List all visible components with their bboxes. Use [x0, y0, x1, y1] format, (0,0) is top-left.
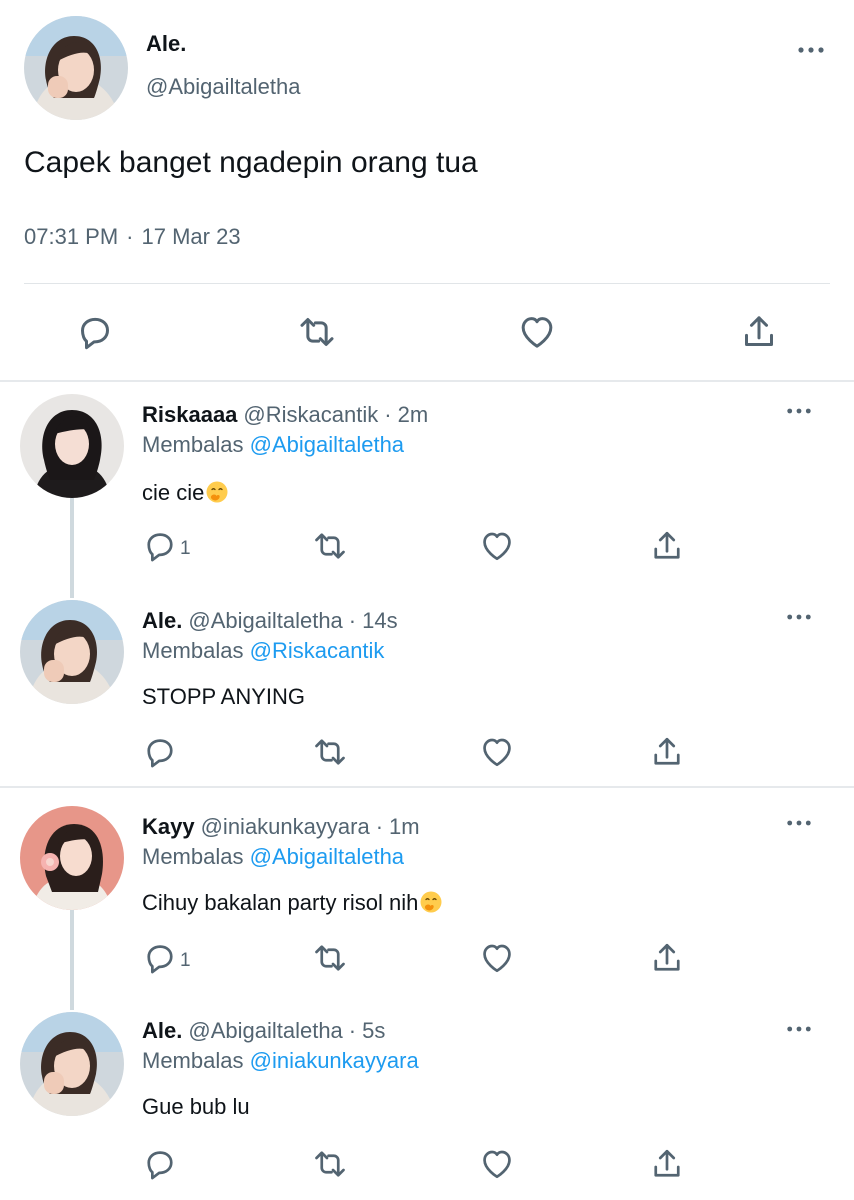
main-tweet: Ale. @Abigailtaletha Capek banget ngadep…	[0, 0, 854, 382]
author-handle[interactable]: @Abigailtaletha	[146, 74, 300, 100]
more-options-icon[interactable]	[786, 612, 812, 622]
author-handle[interactable]: @Abigailtaletha	[188, 608, 342, 633]
reply-text: cie cie	[142, 480, 205, 505]
retweet-icon[interactable]	[312, 734, 348, 770]
tweet-text: Capek banget ngadepin orang tua	[24, 146, 478, 179]
reply-tweet[interactable]: Riskaaaa @Riskacantik · 2m Membalas @Abigai…	[0, 392, 854, 586]
author-name[interactable]: Riskaaaa	[142, 402, 237, 427]
author-name[interactable]: Ale.	[146, 31, 186, 57]
retweet-icon[interactable]	[312, 940, 348, 976]
author-name[interactable]: Kayy	[142, 814, 195, 839]
reply-header: Riskaaaa @Riskacantik · 2m	[142, 402, 428, 428]
replying-to: Membalas @Abigailtaletha	[142, 432, 404, 458]
reply-tweet[interactable]: Ale. @Abigailtaletha · 5s Membalas @iniakun…	[0, 1010, 854, 1200]
reply-count: 1	[180, 538, 191, 559]
share-icon[interactable]	[739, 312, 779, 352]
reply-header: Ale. @Abigailtaletha · 5s	[142, 1018, 385, 1044]
replying-to: Membalas @Riskacantik	[142, 638, 384, 664]
avatar[interactable]	[20, 600, 124, 704]
more-options-icon[interactable]	[797, 44, 825, 56]
reply-icon[interactable]	[142, 1146, 178, 1182]
author-name[interactable]: Ale.	[142, 608, 182, 633]
like-icon[interactable]	[479, 734, 515, 770]
more-options-icon[interactable]	[786, 406, 812, 416]
replying-to-mention[interactable]: @Abigailtaletha	[250, 844, 404, 869]
avatar[interactable]	[20, 806, 124, 910]
reply-icon[interactable]	[142, 528, 178, 564]
reply-time[interactable]: 1m	[389, 814, 420, 839]
like-icon[interactable]	[517, 312, 557, 352]
share-icon[interactable]	[649, 734, 685, 770]
tweet-timestamp: 07:31 PM · 17 Mar 23	[24, 224, 241, 250]
section-divider	[0, 786, 854, 788]
retweet-icon[interactable]	[297, 312, 337, 352]
reply-time[interactable]: 14s	[362, 608, 397, 633]
replying-to: Membalas @Abigailtaletha	[142, 844, 404, 870]
replying-label: Membalas	[142, 844, 244, 869]
reply-text-wrap: Cihuy bakalan party risol nih	[142, 890, 443, 916]
replying-label: Membalas	[142, 1048, 244, 1073]
avatar[interactable]	[20, 394, 124, 498]
replying-to-mention[interactable]: @iniakunkayyara	[250, 1048, 419, 1073]
avatar[interactable]	[24, 16, 128, 120]
reply-time[interactable]: 5s	[362, 1018, 385, 1043]
avatar[interactable]	[20, 1012, 124, 1116]
replying-to-mention[interactable]: @Riskacantik	[250, 638, 385, 663]
like-icon[interactable]	[479, 1146, 515, 1182]
more-options-icon[interactable]	[786, 1024, 812, 1034]
meta-separator: ·	[384, 402, 392, 427]
meta-separator: ·	[375, 814, 384, 839]
face-with-hand-over-mouth-icon	[419, 890, 443, 914]
reply-text: STOPP ANYING	[142, 684, 306, 709]
author-handle[interactable]: @Riskacantik	[243, 402, 378, 427]
retweet-icon[interactable]	[312, 1146, 348, 1182]
reply-icon[interactable]	[142, 940, 178, 976]
replying-to: Membalas @iniakunkayyara	[142, 1048, 419, 1074]
tweet-time: 07:31 PM	[24, 224, 119, 249]
share-icon[interactable]	[649, 940, 685, 976]
share-icon[interactable]	[649, 528, 685, 564]
reply-tweet[interactable]: Ale. @Abigailtaletha · 14s Membalas @Riskac…	[0, 598, 854, 786]
more-options-icon[interactable]	[786, 818, 812, 828]
replying-label: Membalas	[142, 432, 244, 457]
face-with-hand-over-mouth-icon	[205, 480, 229, 504]
meta-separator: ·	[348, 608, 357, 633]
author-name[interactable]: Ale.	[142, 1018, 182, 1043]
author-handle[interactable]: @Abigailtaletha	[188, 1018, 342, 1043]
reply-header: Kayy @iniakunkayyara · 1m	[142, 814, 420, 840]
reply-icon[interactable]	[142, 734, 178, 770]
replying-to-mention[interactable]: @Abigailtaletha	[250, 432, 404, 457]
action-divider	[24, 283, 830, 284]
like-icon[interactable]	[479, 940, 515, 976]
reply-header: Ale. @Abigailtaletha · 14s	[142, 608, 398, 634]
author-handle[interactable]: @iniakunkayyara	[201, 814, 370, 839]
reply-text: Gue bub lu	[142, 1094, 250, 1119]
share-icon[interactable]	[649, 1146, 685, 1182]
meta-separator: ·	[126, 224, 134, 249]
reply-text: Cihuy bakalan party risol nih	[142, 890, 419, 915]
section-divider	[0, 380, 854, 382]
replying-label: Membalas	[142, 638, 244, 663]
tweet-date[interactable]: 17 Mar 23	[142, 224, 241, 249]
reply-tweet[interactable]: Kayy @iniakunkayyara · 1m Membalas @Abigail…	[0, 804, 854, 998]
meta-separator: ·	[348, 1018, 357, 1043]
reply-time[interactable]: 2m	[398, 402, 429, 427]
reply-icon[interactable]	[75, 312, 115, 352]
retweet-icon[interactable]	[312, 528, 348, 564]
reply-count: 1	[180, 950, 191, 971]
like-icon[interactable]	[479, 528, 515, 564]
reply-text-wrap: cie cie	[142, 480, 229, 506]
